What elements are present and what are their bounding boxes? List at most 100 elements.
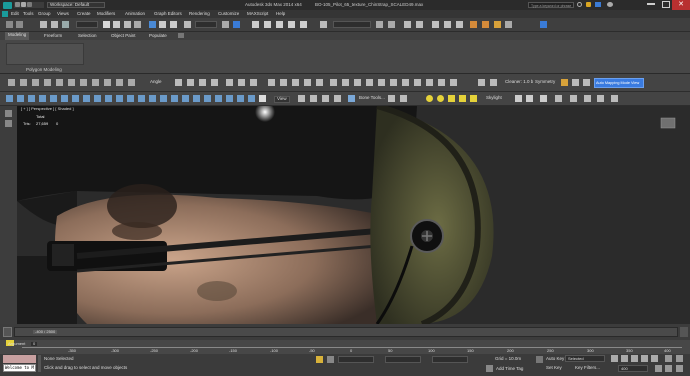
- grid-axis-icon[interactable]: [171, 95, 178, 102]
- app-menu-icon[interactable]: [2, 11, 8, 17]
- scale-z-icon[interactable]: [94, 95, 101, 102]
- set-key-button[interactable]: Set Key: [546, 365, 562, 371]
- save-file-icon[interactable]: [27, 2, 32, 7]
- bone-tools-button[interactable]: Bone Tools...: [359, 95, 385, 101]
- cleaner-label[interactable]: Cleaner: 1.0 b: [505, 79, 533, 85]
- extrude-icon[interactable]: [175, 79, 182, 86]
- tab-object-paint[interactable]: Object Paint: [111, 33, 136, 39]
- reference-coordinate-dropdown[interactable]: [195, 21, 217, 28]
- x-coordinate-field[interactable]: [338, 356, 374, 363]
- panel-label[interactable]: Polygon Modeling: [26, 67, 62, 73]
- collapse-icon[interactable]: [342, 79, 349, 86]
- close-button[interactable]: ✕: [672, 0, 690, 10]
- absolute-mode-icon[interactable]: [327, 356, 334, 363]
- cut-icon[interactable]: [292, 79, 299, 86]
- menu-group[interactable]: Group: [38, 11, 51, 17]
- auto-mapping-button[interactable]: Auto Mapping Mode View: [594, 78, 644, 88]
- bevel-icon[interactable]: [187, 79, 194, 86]
- play-icon[interactable]: [631, 355, 638, 362]
- menu-create[interactable]: Create: [77, 11, 91, 17]
- spot-light-icon[interactable]: [437, 95, 444, 102]
- connect-icon[interactable]: [250, 79, 257, 86]
- ring-icon[interactable]: [116, 79, 123, 86]
- paste-icon[interactable]: [490, 79, 497, 86]
- open-file-icon[interactable]: [21, 2, 26, 7]
- key-icon[interactable]: [536, 356, 543, 363]
- meshsmooth-icon[interactable]: [378, 79, 385, 86]
- search-input[interactable]: Type a keyword or phrase: [528, 2, 574, 8]
- dummy-icon[interactable]: [570, 95, 577, 102]
- target-camera-icon[interactable]: [526, 95, 533, 102]
- rotate-z-icon[interactable]: [61, 95, 68, 102]
- chamfer-icon[interactable]: [226, 79, 233, 86]
- render-iterative-icon[interactable]: [505, 21, 512, 28]
- move-z-icon[interactable]: [28, 95, 35, 102]
- sun-light-icon[interactable]: [470, 95, 477, 102]
- unhide-all-icon[interactable]: [450, 79, 457, 86]
- free-camera-icon[interactable]: [540, 95, 547, 102]
- bind-space-warp-icon[interactable]: [62, 21, 69, 28]
- menu-views[interactable]: Views: [57, 11, 69, 17]
- z-coordinate-field[interactable]: [432, 356, 468, 363]
- maximize-icon[interactable]: [662, 1, 670, 8]
- go-to-end-icon[interactable]: [651, 355, 658, 362]
- pick-axis-icon[interactable]: [193, 95, 200, 102]
- perspective-viewport[interactable]: [ + ] [ Perspective ] [ Shaded ] Total T…: [17, 106, 690, 324]
- viewport-label[interactable]: [ + ] [ Perspective ] [ Shaded ]: [21, 107, 74, 111]
- render-setup-icon[interactable]: [470, 21, 477, 28]
- menu-graph-editors[interactable]: Graph Editors: [154, 11, 182, 17]
- grow-icon[interactable]: [104, 79, 111, 86]
- target-light-icon[interactable]: [459, 95, 466, 102]
- inset-icon[interactable]: [199, 79, 206, 86]
- material-editor-icon[interactable]: [456, 21, 463, 28]
- local-aligned-icon[interactable]: [204, 95, 211, 102]
- make-planar-icon[interactable]: [402, 79, 409, 86]
- edge-icon[interactable]: [32, 79, 39, 86]
- align-view-icon[interactable]: [414, 79, 421, 86]
- key-filters-button[interactable]: Key Filters...: [575, 365, 600, 371]
- utilities-icon[interactable]: [334, 95, 341, 102]
- scale-y-icon[interactable]: [83, 95, 90, 102]
- select-scale-icon[interactable]: [170, 21, 177, 28]
- copy-icon[interactable]: [478, 79, 485, 86]
- ribbon-options-icon[interactable]: [178, 33, 184, 38]
- menu-customize[interactable]: Customize: [218, 11, 239, 17]
- scale-x-icon[interactable]: [72, 95, 79, 102]
- named-selection-sets-dropdown[interactable]: [333, 21, 371, 28]
- tab-freeform[interactable]: Freeform: [44, 33, 62, 39]
- select-manipulate-icon[interactable]: [233, 21, 240, 28]
- world-axis-icon[interactable]: [127, 95, 134, 102]
- menu-edit[interactable]: Edit: [11, 11, 19, 17]
- element-icon[interactable]: [68, 79, 75, 86]
- time-tag-icon[interactable]: [486, 365, 493, 372]
- star-icon[interactable]: [586, 2, 591, 7]
- edit-poly-icon[interactable]: [8, 79, 15, 86]
- local-axis-icon[interactable]: [116, 95, 123, 102]
- place-icon[interactable]: [184, 21, 191, 28]
- new-file-icon[interactable]: [15, 2, 20, 7]
- viewcube-icon[interactable]: [661, 118, 675, 128]
- gimbal-axis-icon[interactable]: [160, 95, 167, 102]
- hierarchy-icon[interactable]: [298, 95, 305, 102]
- helper-icon[interactable]: [555, 95, 562, 102]
- menu-maxscript[interactable]: MAXScript: [247, 11, 268, 17]
- transform-gizmo-icon[interactable]: [105, 95, 112, 102]
- info-icon[interactable]: [607, 2, 613, 7]
- tab-modeling[interactable]: Modeling: [5, 32, 30, 40]
- outline-icon[interactable]: [211, 79, 218, 86]
- timeline-arrow-icon[interactable]: [680, 327, 688, 337]
- mirror-icon[interactable]: [376, 21, 383, 28]
- light-bulb-icon[interactable]: [259, 95, 266, 102]
- redo-icon[interactable]: [16, 21, 23, 28]
- quickslice-icon[interactable]: [316, 79, 323, 86]
- pivot-icon[interactable]: [583, 79, 590, 86]
- skylight-button[interactable]: Skylight: [486, 95, 502, 101]
- window-crossing-icon[interactable]: [134, 21, 141, 28]
- lock-selection-icon[interactable]: [316, 356, 323, 363]
- app-logo-icon[interactable]: [3, 2, 12, 9]
- slice-icon[interactable]: [304, 79, 311, 86]
- menu-help[interactable]: Help: [276, 11, 285, 17]
- unlink-icon[interactable]: [51, 21, 58, 28]
- tessellate-icon[interactable]: [390, 79, 397, 86]
- snap-vertex-icon[interactable]: [237, 95, 244, 102]
